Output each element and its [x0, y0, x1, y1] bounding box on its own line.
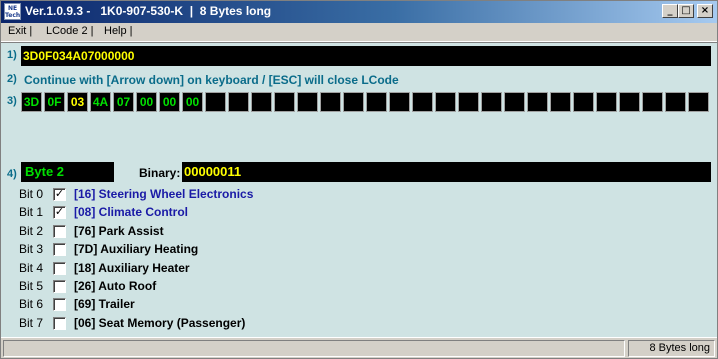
byte-cell[interactable]: [550, 92, 571, 112]
byte-cell[interactable]: [458, 92, 479, 112]
bit-checkbox[interactable]: [53, 298, 66, 312]
close-icon: ×: [700, 5, 710, 16]
bit-checkbox[interactable]: [53, 261, 66, 275]
bit-description: [08] Climate Control: [74, 205, 189, 220]
byte-selector[interactable]: Byte 2: [21, 162, 114, 182]
byte-cell[interactable]: [274, 92, 295, 112]
byte-cell[interactable]: [251, 92, 272, 112]
bit-row: Bit 5 [26] Auto Roof: [1, 278, 301, 296]
bit-checkbox[interactable]: ✓: [53, 206, 66, 220]
byte-cell[interactable]: [389, 92, 410, 112]
byte-cell[interactable]: [665, 92, 686, 112]
app-logo-icon[interactable]: NE Tech: [4, 3, 21, 20]
byte-cell[interactable]: [343, 92, 364, 112]
byte-cell[interactable]: [688, 92, 709, 112]
byte-cell[interactable]: [596, 92, 617, 112]
bit-row: Bit 0 ✓ [16] Steering Wheel Electronics: [1, 186, 301, 204]
long-code-value: 3D0F034A07000000: [23, 49, 135, 63]
byte-cell[interactable]: 03: [67, 92, 88, 112]
bit-description: [76] Park Assist: [74, 223, 164, 238]
lcode-window: NE Tech Ver.1.0.9.3 - 1K0-907-530-K | 8 …: [0, 0, 718, 359]
binary-label: Binary:: [139, 166, 181, 180]
status-bar: 8 Bytes long: [1, 337, 717, 358]
status-pane-main: [3, 340, 625, 357]
long-code-field[interactable]: 3D0F034A07000000: [21, 46, 711, 66]
minimize-button[interactable]: _: [662, 4, 678, 18]
bit-label: Bit 3: [19, 242, 44, 257]
bit-row: Bit 4 [18] Auxiliary Heater: [1, 260, 301, 278]
byte-cell[interactable]: [504, 92, 525, 112]
byte-cell[interactable]: 00: [136, 92, 157, 112]
bit-checkbox[interactable]: [53, 224, 66, 238]
status-pane-size: 8 Bytes long: [628, 340, 715, 357]
byte-cell[interactable]: 0F: [44, 92, 65, 112]
byte-cell[interactable]: 4A: [90, 92, 111, 112]
app-logo-text-top: NE: [7, 5, 18, 12]
bit-row: Bit 2 [76] Park Assist: [1, 223, 301, 241]
menu-lcode2[interactable]: LCode 2 |: [46, 25, 94, 37]
step-1-number: 1): [7, 49, 17, 61]
app-logo-text-bottom: Tech: [5, 12, 21, 19]
menu-bar: Exit | LCode 2 | Help |: [1, 23, 717, 42]
menu-exit[interactable]: Exit |: [8, 25, 32, 37]
byte-cell[interactable]: 00: [182, 92, 203, 112]
bit-description: [16] Steering Wheel Electronics: [74, 187, 254, 201]
step-2-number: 2): [7, 73, 17, 85]
byte-cell[interactable]: [297, 92, 318, 112]
bit-row: Bit 3 [7D] Auxiliary Heating: [1, 241, 301, 259]
bit-description: [26] Auto Roof: [74, 279, 157, 293]
step-3-number: 3): [7, 95, 17, 107]
bit-description: [69] Trailer: [74, 297, 135, 312]
byte-cell[interactable]: 00: [159, 92, 180, 112]
bit-label: Bit 5: [19, 279, 44, 293]
binary-field[interactable]: 00000011: [182, 162, 711, 182]
byte-cell[interactable]: [435, 92, 456, 112]
binary-value: 00000011: [184, 164, 242, 179]
byte-cell[interactable]: 07: [113, 92, 134, 112]
bit-checkbox[interactable]: ✓: [53, 188, 66, 201]
step-4-number: 4): [7, 168, 17, 180]
bit-description: [7D] Auxiliary Heating: [74, 242, 199, 257]
bit-label: Bit 1: [19, 205, 44, 220]
bit-checkbox[interactable]: [53, 316, 66, 330]
bit-row: Bit 6 [69] Trailer: [1, 296, 301, 314]
byte-cell[interactable]: [481, 92, 502, 112]
bit-row: Bit 1 ✓ [08] Climate Control: [1, 204, 301, 222]
byte-cell[interactable]: [573, 92, 594, 112]
bit-checkbox[interactable]: [53, 280, 66, 293]
bit-label: Bit 2: [19, 223, 44, 238]
byte-cell[interactable]: [366, 92, 387, 112]
main-panel: 1) 3D0F034A07000000 2) Continue with [Ar…: [1, 42, 717, 337]
close-button[interactable]: ×: [697, 4, 713, 18]
byte-cell[interactable]: [527, 92, 548, 112]
bit-label: Bit 7: [19, 315, 44, 330]
window-title: Ver.1.0.9.3 - 1K0-907-530-K | 8 Bytes lo…: [25, 4, 272, 18]
maximize-button[interactable]: □: [678, 4, 694, 18]
bit-row: Bit 7 [06] Seat Memory (Passenger): [1, 315, 301, 333]
instruction-text: Continue with [Arrow down] on keyboard /…: [24, 73, 399, 87]
bit-label: Bit 6: [19, 297, 44, 312]
bit-description: [06] Seat Memory (Passenger): [74, 315, 246, 330]
bit-description: [18] Auxiliary Heater: [74, 260, 190, 275]
byte-cell[interactable]: [412, 92, 433, 112]
bit-label: Bit 0: [19, 187, 44, 201]
bit-label: Bit 4: [19, 260, 44, 275]
byte-cell[interactable]: [228, 92, 249, 112]
byte-selector-label: Byte 2: [25, 164, 65, 179]
title-bar[interactable]: NE Tech Ver.1.0.9.3 - 1K0-907-530-K | 8 …: [1, 1, 717, 23]
byte-cell[interactable]: [205, 92, 226, 112]
byte-cell[interactable]: 3D: [21, 92, 42, 112]
bit-checkbox[interactable]: [53, 243, 66, 257]
byte-cell[interactable]: [320, 92, 341, 112]
byte-cell[interactable]: [642, 92, 663, 112]
maximize-icon: □: [681, 5, 691, 16]
menu-help[interactable]: Help |: [104, 25, 133, 37]
minimize-icon: _: [667, 5, 673, 16]
byte-cell[interactable]: [619, 92, 640, 112]
